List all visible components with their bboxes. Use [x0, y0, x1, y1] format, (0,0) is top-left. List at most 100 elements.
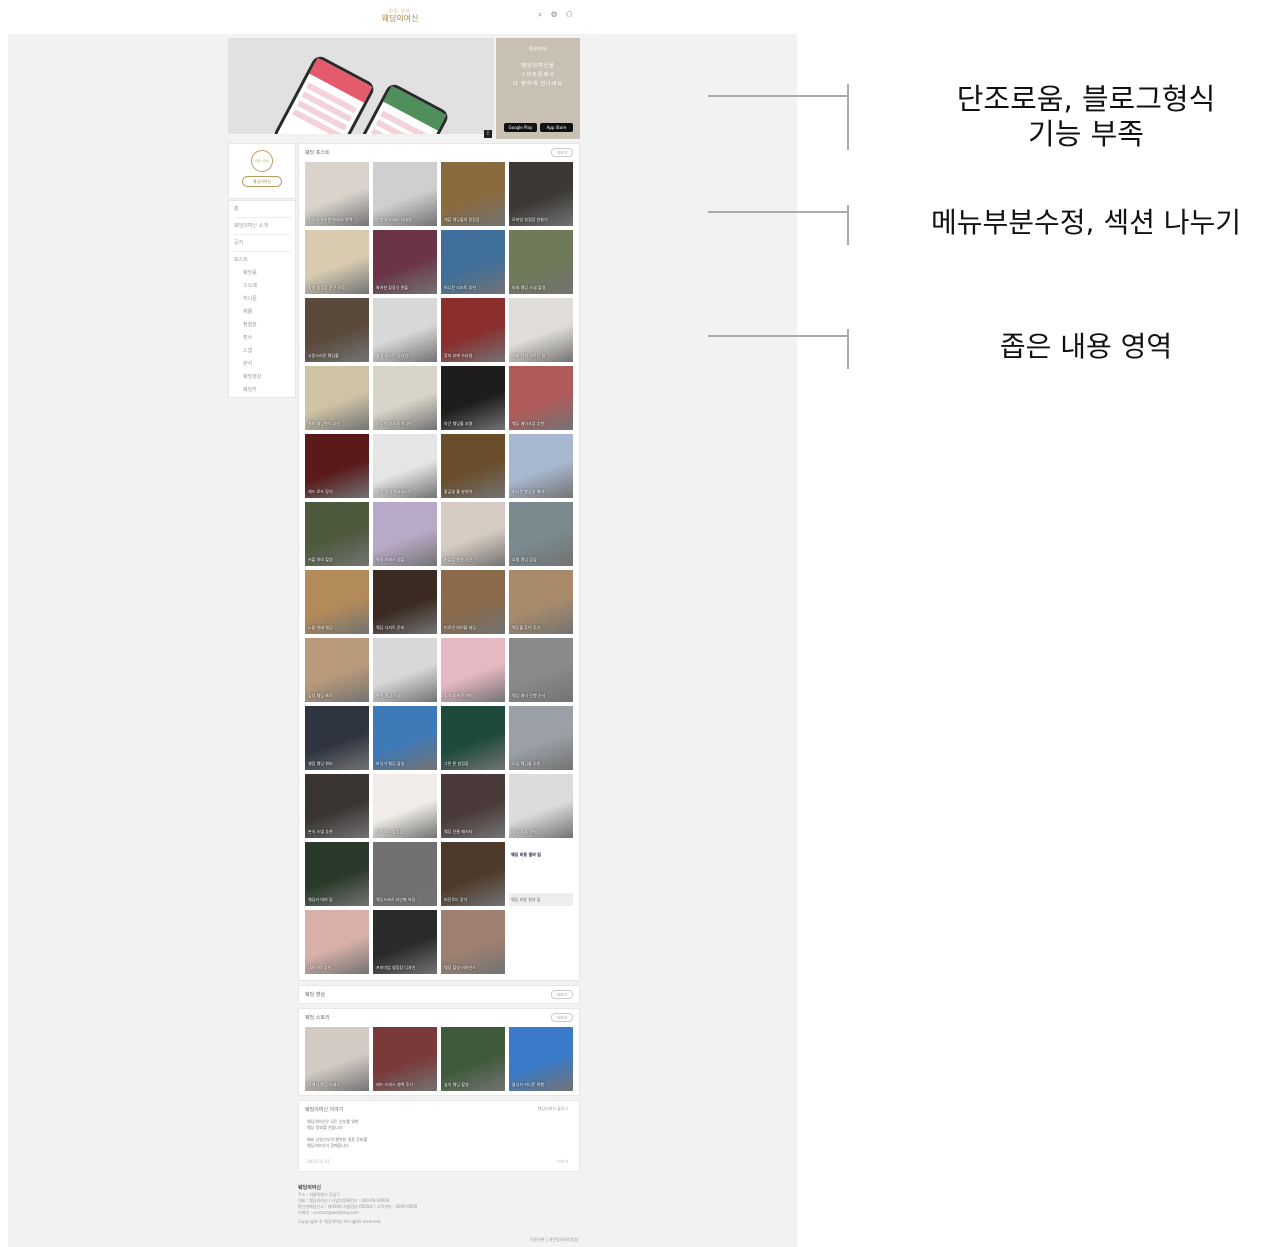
post-thumbnail[interactable]: 버진로드 장식	[441, 842, 505, 906]
post-thumbnail[interactable]: 웨딩 예식 진행 순서	[509, 638, 573, 702]
sidebar-subitem[interactable]: 스냅	[243, 347, 295, 355]
banner-app-promo[interactable]: 웨딩의여신 웨딩의여신을 스마트폰에서 더 편하게 만나세요 Google Pl…	[496, 38, 580, 139]
post-thumbnail[interactable]: 하객 리스트 정리법	[373, 298, 437, 362]
sidebar-subitem[interactable]: 웨딩홀	[243, 269, 295, 277]
privacy-link[interactable]: 개인정보처리방침	[549, 1237, 578, 1242]
post-thumbnail[interactable]: 웨딩카 대여 팁	[305, 842, 369, 906]
post-caption: 프리미엄 청첩장 디자인	[376, 965, 416, 970]
post-thumbnail[interactable]: 황금빛 홀 분위기	[441, 434, 505, 498]
sidebar-subitem[interactable]: 본식	[243, 360, 295, 368]
post-thumbnail[interactable]: 커플링 착용 사진	[441, 502, 505, 566]
story-grid: 클래식 웨딩 드레스 레드 드레스 셀렉 후기 숲속 웨딩 촬영 몰디브 허니문 여행	[305, 1027, 577, 1091]
sidebar-subitem[interactable]: 웨딩영상	[243, 373, 295, 381]
post-thumbnail[interactable]: 장미 부케 스타일	[441, 298, 505, 362]
banner-image[interactable]	[228, 38, 494, 134]
post-thumbnail[interactable]: 종이 청첩장 문구 모음	[305, 230, 369, 294]
post-thumbnail[interactable]: 숲속 웨딩 촬영	[441, 1027, 505, 1091]
post-thumbnail[interactable]: 야간 웨딩홀 조명	[441, 366, 505, 430]
sidebar-subitem[interactable]: 청첩장	[243, 321, 295, 329]
post-thumbnail[interactable]: 레드 드레스 셀렉 후기	[373, 1027, 437, 1091]
post-thumbnail[interactable]: 노을 아래 웨딩	[305, 570, 369, 634]
post-thumbnail[interactable]: 클래식 웨딩 드레스	[305, 1027, 369, 1091]
post-thumbnail[interactable]: 컬러 드레스 샘플	[373, 502, 437, 566]
post-caption: 웨딩 예식 진행 순서	[512, 693, 546, 698]
annotation-connector-bracket	[847, 205, 849, 245]
sidebar-subitem[interactable]: 허니문	[243, 295, 295, 303]
more-button[interactable]: 더보기	[551, 1013, 573, 1022]
profile-box: ◇◇ ◇◇ 웨딩의여신	[228, 143, 296, 199]
google-play-button[interactable]: Google Play	[504, 123, 537, 132]
post-thumbnail[interactable]: 도심 웨딩홀 추천	[509, 706, 573, 770]
post-thumbnail[interactable]: 웨딩 소품 준비	[509, 774, 573, 838]
post-thumbnail[interactable]: 모바일 청첩장 만들기	[509, 162, 573, 226]
sidebar-item-home[interactable]: 홈	[234, 205, 295, 213]
sidebar-item-about[interactable]: 웨딩의여신 소개	[234, 222, 295, 230]
info-icon[interactable]: i	[484, 130, 492, 138]
search-icon[interactable]: ⌕	[538, 10, 542, 20]
terms-link[interactable]: 이용약관	[530, 1237, 545, 1242]
sidebar-subitem[interactable]: 혼수	[243, 334, 295, 342]
story-title: 웨딩의여신 이야기	[305, 1107, 344, 1113]
post-thumbnail[interactable]: 셀럽 웨딩 화보	[305, 706, 369, 770]
post-thumbnail[interactable]: 채플 웨딩홀의 웅장함	[441, 162, 505, 226]
post-caption: 예물 반지 고르는 팁	[512, 353, 546, 358]
post-thumbnail[interactable]: 결혼 준비 체크리스트	[373, 434, 437, 498]
settings-icon[interactable]: ⚙	[550, 10, 557, 20]
post-thumbnail[interactable]: 이니셜 데코 아이디어	[373, 366, 437, 430]
post-thumbnail[interactable]: 피로연 테이블 세팅	[441, 570, 505, 634]
post-thumbnail[interactable]: 그린 톤 청첩장	[441, 706, 505, 770]
post-thumbnail[interactable]: 웨딩 선물 패키지	[441, 774, 505, 838]
sidebar-item-post[interactable]: 포스트	[234, 256, 295, 264]
more-button[interactable]: 더보기	[551, 148, 573, 157]
sidebar-subitem[interactable]: 스드메	[243, 282, 295, 290]
post-thumbnail[interactable]: 웨딩 디저트 준비	[373, 570, 437, 634]
post-thumbnail[interactable]: 호텔 웨딩 상담	[509, 502, 573, 566]
post-thumbnail[interactable]: 웨딩홀 투어 후기	[509, 570, 573, 634]
post-thumbnail[interactable]: 프리미엄 청첩장 디자인	[373, 910, 437, 974]
post-thumbnail[interactable]: 허니문 리조트 추천	[441, 230, 505, 294]
post-caption: 커플 야외 촬영	[308, 557, 333, 562]
post-thumbnail[interactable]: 몰디브 허니문 여행	[509, 1027, 573, 1091]
post-thumbnail[interactable]: 네일아트 추천	[305, 910, 369, 974]
post-thumbnail[interactable]: 웨딩 메이크업 추천	[509, 366, 573, 430]
post-thumbnail[interactable]: 바닷가 웨딩 촬영	[373, 706, 437, 770]
post-thumbnail[interactable]: 허니문 항공권 예약	[509, 434, 573, 498]
app-banner[interactable]: i 웨딩의여신 웨딩의여신을 스마트폰에서 더 편하게 만나세요 Google …	[228, 38, 580, 139]
post-caption: 본식 스냅 추천	[308, 829, 333, 834]
post-thumbnail[interactable]: 일러스트 청첩장	[373, 774, 437, 838]
post-thumbnail[interactable]: 화려한 꽃장식 연출	[373, 230, 437, 294]
post-thumbnail[interactable]: 커플 야외 촬영	[305, 502, 369, 566]
story-more[interactable]: 더보기	[557, 1159, 568, 1165]
post-thumbnail[interactable]: 고풍스러운 웨딩홀	[305, 298, 369, 362]
post-caption: 그린 톤 청첩장	[444, 761, 469, 766]
post-caption: 피로연 테이블 세팅	[444, 625, 476, 630]
post-caption: 채플 웨딩홀의 웅장함	[444, 217, 480, 222]
avatar[interactable]: ◇◇ ◇◇	[251, 150, 273, 172]
section-title: 웨딩 스토리	[305, 1015, 330, 1021]
post-thumbnail[interactable]: 핑크 부케 트렌드	[441, 638, 505, 702]
blog-link[interactable]: 웨딩의여신 블로그	[533, 1105, 573, 1112]
app-store-button[interactable]: App Store	[540, 123, 573, 132]
post-thumbnail[interactable]: 신부의 우아한 드레스 셀렉	[305, 162, 369, 226]
post-thumbnail[interactable]: 순백의 드레스 디테일	[373, 162, 437, 226]
more-button[interactable]: 더보기	[551, 990, 573, 999]
post-thumbnail[interactable]: 골드 웨딩밴드 추천	[305, 366, 369, 430]
annotation-2: 메뉴부분수정, 섹션 나누기	[930, 206, 1242, 239]
post-caption: 야간 웨딩홀 조명	[444, 421, 473, 426]
post-thumbnail[interactable]: 레드 로즈 장식	[305, 434, 369, 498]
profile-button[interactable]: 웨딩의여신	[242, 176, 282, 187]
post-thumbnail[interactable]: 야외 웨딩 스냅 촬영	[509, 230, 573, 294]
post-thumbnail[interactable]: 웨딩 비용 절약 팁 웨딩 비용 절약 팁	[509, 842, 573, 906]
post-thumbnail[interactable]: 흑백 웨딩 스냅	[373, 638, 437, 702]
sidebar-subitem[interactable]: 예물	[243, 308, 295, 316]
post-caption: 노을 아래 웨딩	[308, 625, 333, 630]
user-icon[interactable]: ⚇	[566, 10, 573, 20]
post-thumbnail[interactable]: 웨딩 촬영 비하인드	[441, 910, 505, 974]
post-thumbnail[interactable]: 웨딩드레스 라인별 특징	[373, 842, 437, 906]
sidebar-item-notice[interactable]: 공지	[234, 239, 295, 247]
post-thumbnail[interactable]: 예물 반지 고르는 팁	[509, 298, 573, 362]
post-thumbnail[interactable]: 본식 스냅 추천	[305, 774, 369, 838]
site-logo[interactable]: ◇◇ ◇◇ 웨딩의여신	[370, 8, 430, 24]
sidebar-subitem[interactable]: 웨딩카	[243, 386, 295, 394]
post-thumbnail[interactable]: 감성 웨딩 포토	[305, 638, 369, 702]
